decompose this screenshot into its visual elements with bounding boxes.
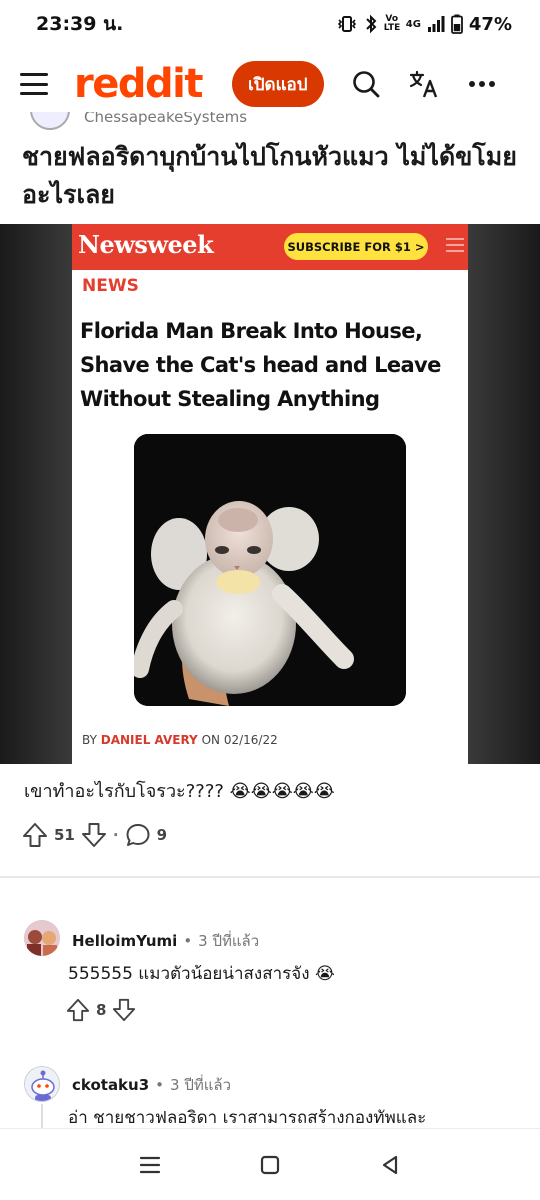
comment-author[interactable]: ckotaku3 — [72, 1076, 149, 1094]
news-section: NEWS — [82, 276, 139, 296]
more-icon[interactable] — [466, 68, 498, 100]
vibrate-icon — [337, 16, 356, 32]
system-nav-bar — [0, 1128, 540, 1200]
back-icon[interactable] — [370, 1145, 410, 1185]
separator-dot: • — [183, 932, 193, 950]
comment-author[interactable]: HelloimYumi — [72, 932, 177, 950]
image-blur-right — [468, 224, 540, 764]
subreddit-avatar[interactable] — [30, 112, 70, 130]
signal-icon — [427, 16, 445, 32]
subreddit-row[interactable]: ChessapeakeSystems — [0, 112, 540, 132]
battery-icon — [451, 14, 463, 34]
news-screenshot: Newsweek SUBSCRIBE FOR $1 > NEWS Florida… — [72, 224, 468, 764]
post-title[interactable]: ชายฟลอริดาบุกบ้านไปโกนหัวแมว ไม่ได้ขโมยอ… — [22, 138, 522, 214]
comment-header: HelloimYumi • 3 ปีที่แล้ว — [72, 929, 259, 953]
byline-date: ON 02/16/22 — [201, 733, 278, 747]
divider — [0, 876, 540, 878]
post-actions: 51 · 9 — [22, 822, 167, 848]
separator-dot: · — [112, 826, 119, 844]
upvote-icon[interactable] — [22, 822, 48, 848]
news-headline: Florida Man Break Into House, Shave the … — [80, 319, 441, 411]
recent-apps-icon[interactable] — [130, 1145, 170, 1185]
network-label: 4G — [405, 18, 421, 30]
app-header: reddit เปิดแอป — [0, 48, 540, 120]
comment-count[interactable]: 9 — [157, 826, 167, 844]
subreddit-name[interactable]: ChessapeakeSystems — [84, 112, 247, 126]
translate-icon[interactable] — [408, 68, 440, 100]
separator-dot: • — [155, 1076, 165, 1094]
news-header: Newsweek SUBSCRIBE FOR $1 > — [72, 224, 468, 270]
byline-prefix: BY — [82, 733, 97, 747]
comment-icon[interactable] — [125, 822, 151, 848]
volte-label: Vo LTE — [383, 14, 401, 33]
comment-time: 3 ปีที่แล้ว — [170, 1076, 232, 1094]
post-image[interactable]: Newsweek SUBSCRIBE FOR $1 > NEWS Florida… — [0, 224, 540, 764]
subscribe-badge: SUBSCRIBE FOR $1 > — [284, 233, 428, 260]
avatar[interactable] — [24, 920, 60, 956]
battery-percent: 47% — [468, 13, 512, 35]
comment: HelloimYumi • 3 ปีที่แล้ว 555555 แมวตัวน… — [0, 918, 540, 1028]
reddit-logo[interactable]: reddit — [74, 64, 203, 104]
news-menu-icon — [446, 238, 464, 252]
comment-time: 3 ปีที่แล้ว — [198, 932, 260, 950]
search-icon[interactable] — [350, 68, 382, 100]
status-time: 23:39 น. — [36, 13, 124, 35]
comment: ckotaku3 • 3 ปีที่แล้ว อ่า ชายชาวฟลอริดา… — [0, 1064, 540, 1128]
comment-text: อ่า ชายชาวฟลอริดา เราสามารถสร้างกองทัพแล… — [68, 1108, 427, 1128]
downvote-icon[interactable] — [112, 998, 136, 1022]
status-bar: 23:39 น. Vo LTE 4G 47% — [0, 0, 540, 48]
avatar[interactable] — [24, 1066, 60, 1102]
cat-photo — [134, 434, 406, 706]
byline-author: DANIEL AVERY — [100, 733, 198, 747]
image-blur-left — [0, 224, 72, 764]
post-vote-count: 51 — [54, 826, 75, 844]
upvote-icon[interactable] — [66, 998, 90, 1022]
home-icon[interactable] — [250, 1145, 290, 1185]
downvote-icon[interactable] — [81, 822, 107, 848]
news-byline: BY DANIEL AVERY ON 02/16/22 — [82, 733, 278, 747]
bluetooth-icon — [366, 14, 377, 34]
status-icons: Vo LTE 4G 47% — [336, 14, 512, 35]
comment-vote-count: 8 — [96, 1001, 107, 1019]
newsweek-logo: Newsweek — [78, 230, 214, 259]
comment-text: 555555 แมวตัวน้อยน่าสงสารจัง 😭 — [68, 964, 335, 984]
menu-icon[interactable] — [20, 73, 48, 95]
comment-header: ckotaku3 • 3 ปีที่แล้ว — [72, 1073, 231, 1097]
post-body-text: เขาทำอะไรกับโจรวะ???? 😭😭😭😭😭 — [24, 781, 335, 802]
thread-line[interactable] — [41, 1104, 43, 1128]
open-app-button[interactable]: เปิดแอป — [231, 61, 324, 107]
comment-actions: 8 — [66, 998, 136, 1022]
